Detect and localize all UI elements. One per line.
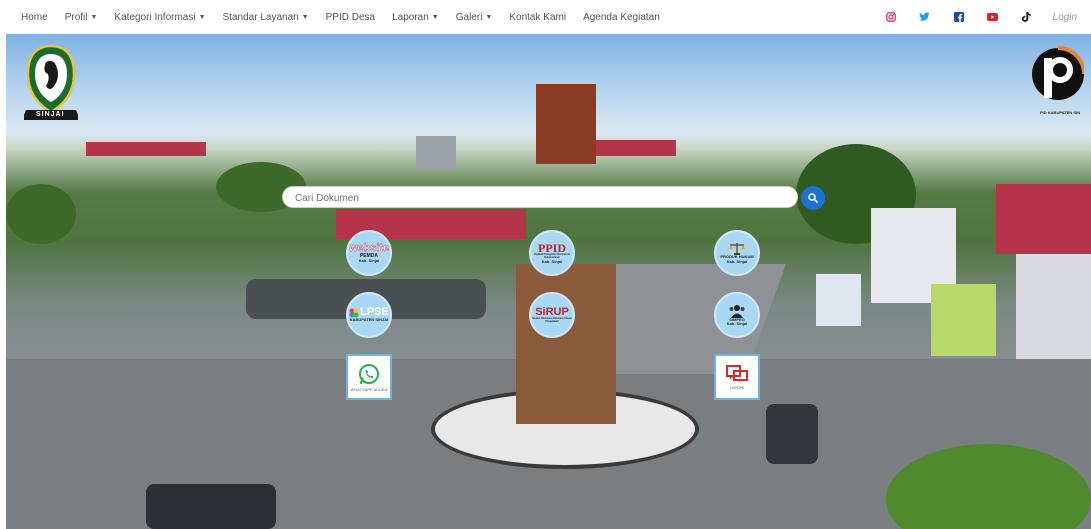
nav-agenda-kegiatan[interactable]: Agenda Kegiatan xyxy=(583,12,660,23)
youtube-icon[interactable] xyxy=(987,11,999,23)
logo-left-text: SINJAI xyxy=(36,111,65,118)
nav-ppid-desa-label: PPID Desa xyxy=(325,11,376,23)
scenery-building xyxy=(1016,254,1091,374)
nav-home[interactable]: Home xyxy=(21,12,48,23)
caret-down-icon: ▼ xyxy=(485,13,493,21)
nav-kontak-kami[interactable]: Kontak Kami xyxy=(509,12,566,23)
nav-profil-label: Profil xyxy=(64,11,88,23)
caret-down-icon: ▼ xyxy=(90,13,98,21)
scenery-billboard xyxy=(931,284,996,356)
caret-down-icon: ▼ xyxy=(198,13,206,21)
search-button[interactable] xyxy=(801,186,825,210)
ppid-link-sub2: Kab. Sinjai xyxy=(541,258,563,264)
scenery-roof xyxy=(596,140,676,156)
whatsapp-icon xyxy=(359,363,379,384)
nav-laporan[interactable]: Laporan ▼ xyxy=(392,12,439,23)
nav-ppid-desa[interactable]: PPID Desa xyxy=(326,12,375,23)
scenery-monument-top xyxy=(536,84,596,164)
facebook-icon[interactable] xyxy=(953,11,965,23)
scenery-car xyxy=(766,404,818,464)
produk-hukum-sub2: Kab. Sinjai xyxy=(726,258,748,264)
lpse-link-sub1: KABUPATEN SINJAI xyxy=(349,317,389,323)
whatsapp-aduan-link[interactable]: WHATSAPP ADUAN xyxy=(346,354,392,400)
users-icon xyxy=(729,304,745,318)
lpse-logo-icon xyxy=(349,308,359,318)
ppid-logo-caption: PID KABUPATEN SIN xyxy=(1040,110,1081,115)
twitter-icon[interactable] xyxy=(919,11,931,23)
caret-down-icon: ▼ xyxy=(301,13,309,21)
lpse-link[interactable]: LPSE KABUPATEN SINJAI xyxy=(346,292,392,338)
nav-kontak-label: Kontak Kami xyxy=(509,11,567,23)
website-pemda-link[interactable]: website PEMDA Kab. Sinjai xyxy=(346,230,392,276)
nav-laporan-label: Laporan xyxy=(392,11,429,23)
scenery-car xyxy=(146,484,276,529)
scenery-roof xyxy=(86,142,206,156)
lapor-sub: LAPOR! xyxy=(729,384,745,390)
scenery-building xyxy=(416,136,456,170)
nav-profil[interactable]: Profil ▼ xyxy=(65,12,98,23)
website-link-sub2: Kab. Sinjai xyxy=(358,258,380,264)
login-link[interactable]: Login xyxy=(1053,12,1077,23)
nav-kategori-informasi[interactable]: Kategori Informasi ▼ xyxy=(114,12,205,23)
ppid-logo: PID KABUPATEN SIN xyxy=(1028,44,1086,115)
nav-galeri[interactable]: Galeri ▼ xyxy=(456,12,493,23)
simpeg-sub2: Kab. Sinjai xyxy=(726,321,748,326)
nav-standar-label: Standar Layanan xyxy=(222,11,299,23)
lapor-chat-icon xyxy=(726,364,748,381)
scenery-roof xyxy=(996,184,1091,254)
nav-kategori-label: Kategori Informasi xyxy=(114,11,196,23)
scenery-tree xyxy=(6,184,76,244)
simpeg-link[interactable]: SIMPEG Kab. Sinjai xyxy=(714,292,760,338)
kabupaten-sinjai-logo: SINJAI xyxy=(22,44,80,124)
nav-galeri-label: Galeri xyxy=(455,11,483,23)
top-navbar: Home Profil ▼ Kategori Informasi ▼ Standar… xyxy=(0,0,1091,34)
tiktok-icon[interactable] xyxy=(1021,11,1033,23)
ppid-link[interactable]: PPID Pejabat Pengelola Informasi & Dokum… xyxy=(529,230,575,276)
scenery-monument xyxy=(516,264,616,424)
sirup-link[interactable]: SiRUP Sistem Informasi Rencana Umum Peng… xyxy=(529,292,575,338)
nav-home-label: Home xyxy=(21,11,48,23)
caret-down-icon: ▼ xyxy=(431,13,439,21)
produk-hukum-link[interactable]: PRODUK HUKUM Kab. Sinjai xyxy=(714,230,760,276)
scenery-billboard xyxy=(816,274,861,326)
sirup-link-sub1: Sistem Informasi Rencana Umum Pengadaan xyxy=(532,316,572,323)
website-link-title: website xyxy=(348,241,390,254)
instagram-icon[interactable] xyxy=(885,11,897,23)
whatsapp-aduan-sub: WHATSAPP ADUAN xyxy=(350,386,388,392)
lapor-link[interactable]: LAPOR! xyxy=(714,354,760,400)
search-icon xyxy=(808,193,818,203)
hero-banner: SINJAI PID KABUPATEN SIN website PEMDA K… xyxy=(6,34,1091,529)
nav-standar-layanan[interactable]: Standar Layanan ▼ xyxy=(223,12,309,23)
nav-agenda-label: Agenda Kegiatan xyxy=(583,11,660,23)
social-links: Login xyxy=(863,11,1077,23)
search-bar xyxy=(282,186,798,209)
search-input[interactable] xyxy=(293,187,791,209)
